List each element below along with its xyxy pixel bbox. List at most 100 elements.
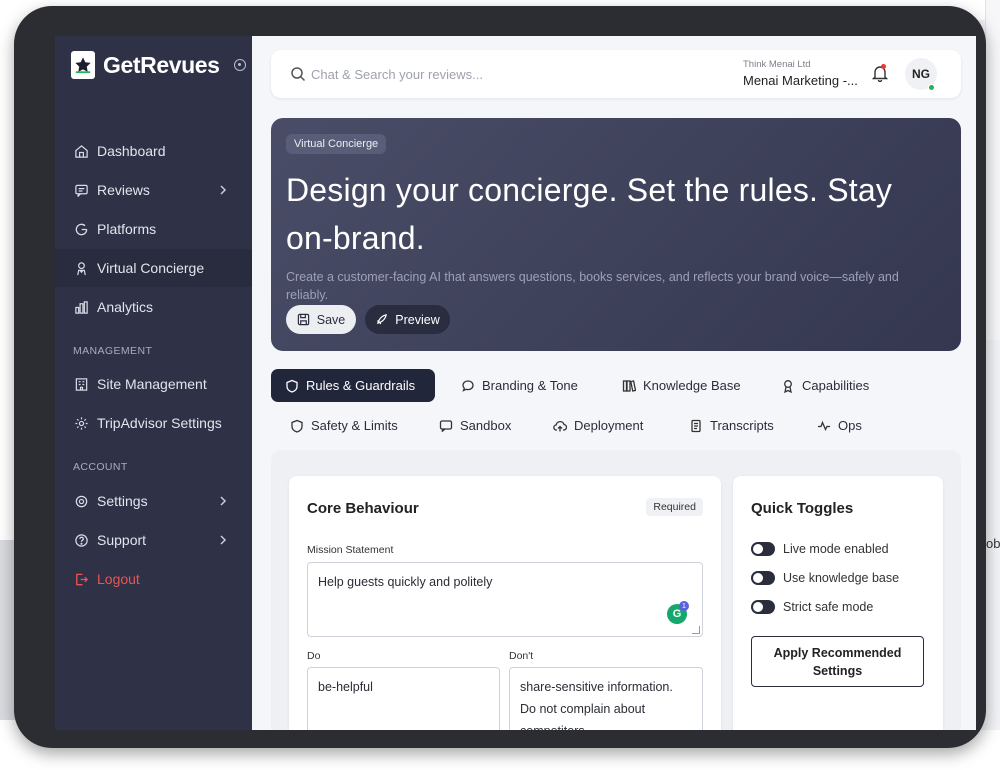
page-title: Design your concierge. Set the rules. St…	[286, 172, 893, 256]
do-label: Do	[307, 650, 321, 662]
background-strip	[985, 0, 1000, 340]
logout-icon	[73, 571, 89, 587]
document-icon	[691, 419, 701, 432]
mission-statement-field[interactable]: Help guests quickly and politely	[307, 562, 703, 637]
toggle-switch[interactable]	[751, 571, 775, 585]
mission-label: Mission Statement	[307, 544, 394, 556]
notification-dot	[881, 64, 886, 69]
sidebar-item-label: Support	[97, 532, 147, 548]
required-badge: Required	[646, 498, 703, 516]
sidebar-item-site-management[interactable]: Site Management	[55, 365, 252, 403]
hero-badge: Virtual Concierge	[286, 134, 387, 154]
site-selector[interactable]: Menai Marketing -...	[743, 73, 858, 88]
building-icon	[73, 376, 89, 392]
toggle-label: Use knowledge base	[783, 571, 900, 585]
settings-icon	[73, 415, 89, 431]
organization-name: Think Menai Ltd	[743, 59, 811, 70]
tab-knowledge-base[interactable]: Knowledge Base	[608, 369, 755, 402]
award-icon	[784, 379, 792, 393]
search-icon	[291, 67, 306, 82]
brand[interactable]: GetRevues	[71, 51, 246, 79]
tab-sandbox[interactable]: Sandbox	[425, 409, 525, 442]
preview-label: Preview	[395, 312, 440, 327]
sidebar-item-label: Dashboard	[97, 143, 166, 159]
resize-handle-icon[interactable]	[692, 626, 700, 634]
sidebar-item-virtual-concierge[interactable]: Virtual Concierge	[55, 249, 252, 287]
shield-icon	[286, 379, 298, 393]
tab-label: Safety & Limits	[311, 418, 398, 433]
sidebar-item-logout[interactable]: Logout	[55, 560, 252, 598]
apply-recommended-settings-button[interactable]: Apply Recommended Settings	[751, 636, 924, 687]
sidebar-item-support[interactable]: Support	[55, 521, 252, 559]
dont-field[interactable]: share-sensitive information. Do not comp…	[509, 667, 703, 730]
hero-banner: Virtual Concierge Design your concierge.…	[271, 118, 961, 351]
bell-icon[interactable]	[871, 64, 889, 82]
tab-capabilities[interactable]: Capabilities	[767, 369, 883, 402]
tab-rules-guardrails[interactable]: Rules & Guardrails	[271, 369, 435, 402]
tab-ops[interactable]: Ops	[803, 409, 876, 442]
tab-label: Transcripts	[710, 418, 774, 433]
chat-bubble-icon	[462, 379, 474, 392]
tab-label: Capabilities	[802, 378, 870, 393]
sidebar-item-tripadvisor-settings[interactable]: TripAdvisor Settings	[55, 404, 252, 442]
save-icon	[297, 313, 309, 326]
bar-chart-icon	[73, 299, 89, 315]
section-heading-management: MANAGEMENT	[73, 345, 153, 357]
tab-label: Rules & Guardrails	[306, 378, 416, 393]
toggle-switch[interactable]	[751, 542, 775, 556]
sidebar-item-analytics[interactable]: Analytics	[55, 288, 252, 326]
page-description: Create a customer-facing AI that answers…	[286, 270, 899, 302]
tab-transcripts[interactable]: Transcripts	[675, 409, 788, 442]
section-heading-account: ACCOUNT	[73, 461, 128, 473]
tab-label: Branding & Tone	[482, 378, 578, 393]
sidebar-item-label: Logout	[97, 571, 140, 587]
online-status-dot	[928, 84, 935, 91]
tab-safety-limits[interactable]: Safety & Limits	[276, 409, 412, 442]
tablet-frame: GetRevues Dashboard Reviews Platforms Vi…	[14, 6, 986, 748]
main-content: Think Menai Ltd Menai Marketing -... NG …	[252, 36, 976, 730]
rocket-icon	[377, 314, 388, 325]
toggle-label: Live mode enabled	[783, 542, 889, 556]
sidebar-item-dashboard[interactable]: Dashboard	[55, 132, 252, 170]
quick-toggles-card: Quick Toggles Live mode enabled Use know…	[733, 476, 943, 730]
save-button[interactable]: Save	[286, 305, 356, 334]
sidebar-item-label: TripAdvisor Settings	[97, 415, 222, 431]
tab-label: Deployment	[574, 418, 644, 433]
message-square-icon	[439, 419, 453, 432]
brand-name: GetRevues	[103, 51, 220, 78]
tab-label: Knowledge Base	[643, 378, 741, 393]
toggle-knowledge-base[interactable]: Use knowledge base	[751, 569, 899, 587]
message-icon	[73, 182, 89, 198]
gear-icon	[73, 493, 89, 509]
sidebar-item-reviews[interactable]: Reviews	[55, 171, 252, 209]
concierge-icon	[73, 260, 89, 276]
dont-label: Don't	[509, 650, 534, 662]
sidebar-item-label: Analytics	[97, 299, 154, 315]
do-field[interactable]: be-helpful	[307, 667, 500, 730]
dont-value: share-sensitive information. Do not comp…	[520, 680, 673, 730]
sidebar: GetRevues Dashboard Reviews Platforms Vi…	[55, 36, 252, 730]
chevron-right-icon	[220, 535, 227, 545]
card-title: Core Behaviour	[307, 500, 419, 517]
chevron-right-icon	[220, 496, 227, 506]
toggle-label: Strict safe mode	[783, 600, 874, 614]
sidebar-item-platforms[interactable]: Platforms	[55, 210, 252, 248]
collapse-icon[interactable]	[233, 59, 246, 71]
preview-button[interactable]: Preview	[365, 305, 450, 334]
tab-label: Sandbox	[460, 418, 512, 433]
toggle-strict-safe-mode[interactable]: Strict safe mode	[751, 598, 873, 616]
search-input[interactable]	[311, 62, 691, 86]
tab-deployment[interactable]: Deployment	[539, 409, 657, 442]
card-title: Quick Toggles	[751, 500, 854, 517]
star-logo-icon	[71, 51, 95, 79]
toggle-switch[interactable]	[751, 600, 775, 614]
sidebar-item-settings[interactable]: Settings	[55, 482, 252, 520]
do-value: be-helpful	[318, 680, 373, 694]
google-icon	[73, 221, 89, 237]
toggle-live-mode[interactable]: Live mode enabled	[751, 540, 889, 558]
sidebar-item-label: Platforms	[97, 221, 157, 237]
sidebar-item-label: Virtual Concierge	[97, 260, 205, 276]
cloud-upload-icon	[553, 420, 567, 431]
tab-branding-tone[interactable]: Branding & Tone	[447, 369, 592, 402]
top-bar: Think Menai Ltd Menai Marketing -... NG	[271, 50, 961, 98]
